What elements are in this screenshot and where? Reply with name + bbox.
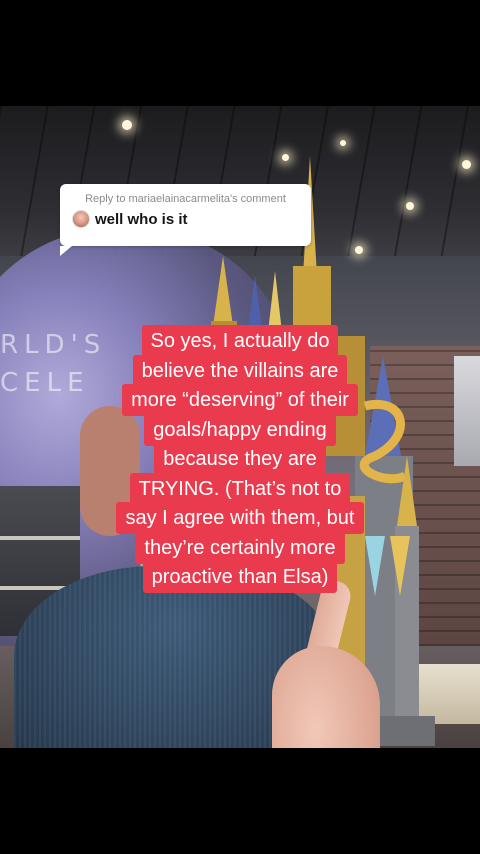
castle-spire xyxy=(213,256,233,326)
caption-overlay: So yes, I actually do believe the villai… xyxy=(60,325,420,593)
reply-header: Reply to mariaelainacarmelita's comment xyxy=(85,193,286,205)
ceiling-light xyxy=(340,140,346,146)
caption-line: say I agree with them, but xyxy=(116,502,364,534)
caption-line: believe the villains are xyxy=(132,354,348,387)
commenter-avatar[interactable] xyxy=(72,210,90,228)
caption-line: they’re certainly more xyxy=(135,531,345,564)
reply-comment-text: well who is it xyxy=(95,211,188,228)
caption-line: So yes, I actually do xyxy=(141,325,339,357)
comment-reply-bubble[interactable]: Reply to mariaelainacarmelita's comment … xyxy=(60,184,311,256)
caption-line: proactive than Elsa) xyxy=(142,561,338,593)
caption-line: TRYING. (That’s not to xyxy=(129,472,351,505)
ceiling-light xyxy=(462,160,471,169)
wall-light-box xyxy=(454,356,480,466)
ceiling-light xyxy=(122,120,132,130)
caption-line: because they are xyxy=(154,443,326,475)
caption-line: more “deserving” of their xyxy=(122,384,358,416)
caption-line: goals/happy ending xyxy=(144,413,336,446)
